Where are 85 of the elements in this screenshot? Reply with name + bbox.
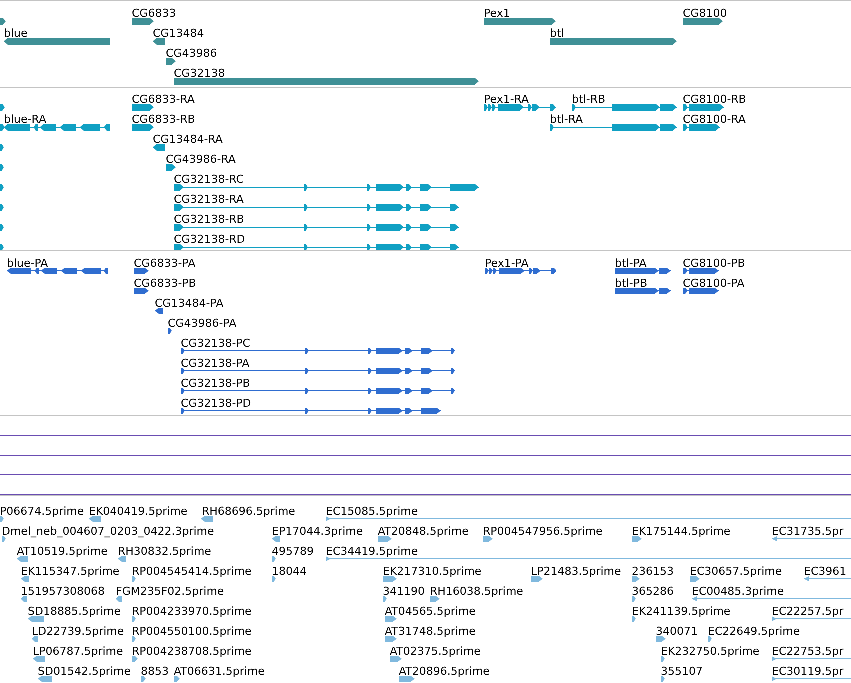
feature-label: EK115347.5prime [21,565,120,578]
feature-label: btl-RB [572,93,606,106]
feature-label: P06674.5prime [0,505,84,518]
feature-label: LP21483.5prime [531,565,622,578]
feature-label: CG8100 [683,7,728,20]
feature-label: AT31748.5prime [385,625,476,638]
feature-label: CG32138-PD [181,397,252,410]
feature-label: Dmel_neb_004607_0203_0422.3prime [2,525,214,538]
feature-label: SD01542.5prime [38,665,131,678]
feature-label: EK232750.5prime [661,645,760,658]
feature-label: AT10519.5prime [17,545,108,558]
feature-label: AT04565.5prime [385,605,476,618]
feature-label: AT02375.5prime [390,645,481,658]
feature-label: 495789 [272,545,314,558]
feature-label: EK175144.5prime [632,525,731,538]
feature-label: LP06787.5prime [33,645,124,658]
feature-label: CG32138-PC [181,337,250,350]
feature-label: 18044 [272,565,307,578]
feature-label: CG6833-RA [132,93,195,106]
feature-label: EC22257.5pr [772,605,844,618]
feature-label: CG43986-RA [166,153,236,166]
feature-label: btl [550,27,564,40]
feature-label: blue-PA [7,257,48,270]
feature-label: CG32138-RA [174,193,244,206]
feature-label: blue-RA [4,113,46,126]
feature-label: EC22753.5pr [772,645,844,658]
feature-label: 365286 [632,585,674,598]
feature-label: CG13484-PA [155,297,224,310]
feature-label: SD18885.5prime [28,605,121,618]
feature-label: CG32138-RC [174,173,244,186]
feature-label: 355107 [661,665,703,678]
feature-label: RP004545414.5prime [132,565,252,578]
feature-label: EC34419.5prime [326,545,418,558]
feature-label: EC00485.3prime [692,585,784,598]
feature-label: EK241139.5prime [632,605,731,618]
feature-label: CG43986-PA [168,317,237,330]
feature-label: CG8100-PA [683,277,745,290]
feature-label: AT20848.5prime [378,525,469,538]
feature-label: EC22649.5prime [708,625,800,638]
feature-label: btl-PB [615,277,648,290]
feature-label: CG6833 [132,7,176,20]
feature-label: CG43986 [166,47,218,60]
feature-label: btl-PA [615,257,647,270]
feature-label: RP004547956.5prime [483,525,603,538]
feature-label: EC3961 [804,565,847,578]
feature-label: EC31735.5pr [772,525,844,538]
feature-label: CG32138 [174,67,226,80]
feature-label: RP004233970.5prime [132,605,252,618]
feature-label: CG6833-RB [132,113,196,126]
feature-label: CG8100-RA [683,113,746,126]
feature-label: Pex1-RA [484,93,530,106]
feature-label: btl-RA [550,113,584,126]
feature-label: Pex1 [484,7,510,20]
feature-label: RH30832.5prime [118,545,212,558]
feature-label: CG32138-PA [181,357,250,370]
feature-label: 8853 [141,665,169,678]
feature-label: 236153 [632,565,674,578]
feature-label: EC30657.5prime [690,565,782,578]
feature-label: EC30119.5pr [772,665,844,678]
feature-label: CG13484-RA [153,133,223,146]
feature-label: EK217310.5prime [383,565,482,578]
feature-label: CG32138-RD [174,233,246,246]
feature-label: AT06631.5prime [174,665,265,678]
feature-label: CG8100-RB [683,93,746,106]
feature-label: LD22739.5prime [32,625,124,638]
feature-label: RP004238708.5prime [132,645,252,658]
feature-label: EP17044.3prime [272,525,364,538]
feature-label: EC15085.5prime [326,505,418,518]
feature-label: AT20896.5prime [399,665,490,678]
feature-label: CG6833-PA [134,257,196,270]
feature-label: RP004550100.5prime [132,625,252,638]
feature-label: Pex1-PA [485,257,529,270]
feature-label: CG13484 [153,27,204,40]
feature-label: CG8100-PB [683,257,746,270]
feature-label: CG6833-PB [134,277,196,290]
feature-label: RH68696.5prime [202,505,296,518]
feature-label: 341190 [383,585,425,598]
feature-label: blue [4,27,28,40]
feature-label: CG32138-PB [181,377,250,390]
feature-label: CG32138-RB [174,213,244,226]
feature-label: RH16038.5prime [430,585,524,598]
feature-label: 340071 [656,625,698,638]
feature-label: 151957308068 [21,585,105,598]
feature-label: FGM235F02.5prime [116,585,224,598]
feature-label: EK040419.5prime [89,505,188,518]
